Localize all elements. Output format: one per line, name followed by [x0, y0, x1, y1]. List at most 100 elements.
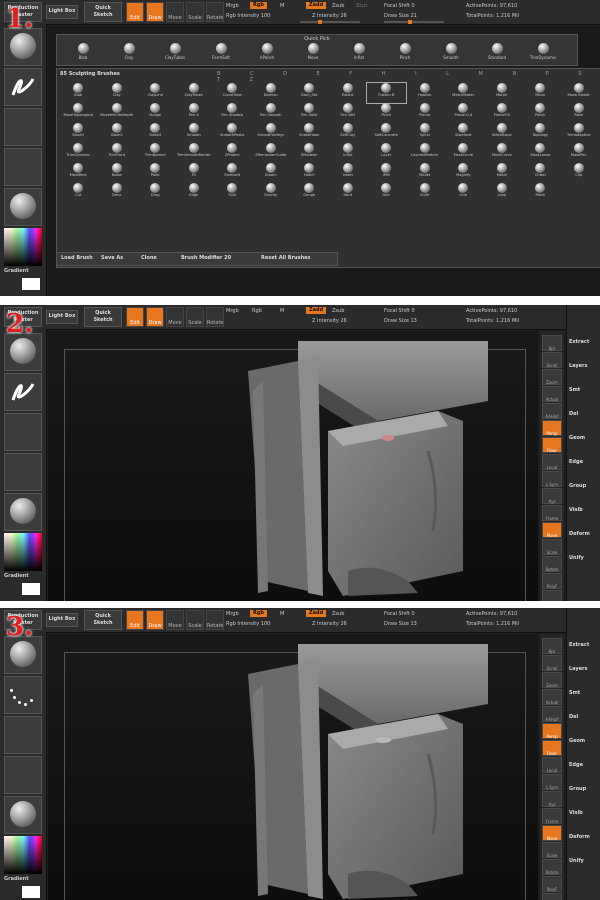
shelf-button[interactable]: Local [542, 454, 562, 470]
tool-palette-item[interactable]: Layers [569, 666, 588, 672]
tool-palette-item[interactable]: Unify [569, 555, 584, 561]
shelf-button[interactable]: Persp [542, 723, 562, 739]
zadd-toggle[interactable]: Zadd [306, 610, 327, 617]
move-tool[interactable]: Move [166, 610, 184, 630]
quick-pick-brush[interactable]: Clay [109, 43, 149, 60]
brush-tile[interactable]: MaskLasso [521, 143, 560, 163]
quick-pick-brush[interactable]: Move [293, 43, 333, 60]
scale-tool[interactable]: Scale [186, 307, 204, 327]
sculpt-model[interactable] [48, 331, 538, 601]
shelf-button[interactable]: Actual [542, 386, 562, 402]
z-intensity-slider[interactable]: Z Intensity 26 [312, 318, 347, 324]
brush-tile[interactable]: Hatch [290, 163, 329, 183]
brush-tile[interactable]: PlanarCut [444, 103, 483, 123]
shelf-button[interactable]: Zoom [542, 369, 562, 385]
m-toggle[interactable]: M [280, 611, 284, 617]
brush-tile[interactable]: TrimAdaptive [560, 123, 599, 143]
shelf-button[interactable]: Bpr [542, 335, 562, 351]
save-as-button[interactable]: Save As [101, 255, 123, 261]
zcut-toggle[interactable]: Zcut [356, 3, 367, 9]
scale-tool[interactable]: Scale [186, 2, 204, 22]
rotate-tool[interactable]: Rotate [206, 610, 224, 630]
shelf-button[interactable]: Xyz [542, 488, 562, 504]
zsub-toggle[interactable]: Zsub [332, 308, 344, 314]
tool-palette-item[interactable]: Unify [569, 858, 584, 864]
shelf-button[interactable]: PolyF [542, 573, 562, 589]
viewport[interactable] [48, 331, 538, 601]
brush-tile[interactable]: Planar [406, 103, 445, 123]
alpha-slot[interactable] [4, 108, 42, 146]
rgb-toggle[interactable]: Rgb [250, 610, 268, 617]
draw-tool[interactable]: Draw [146, 2, 164, 22]
rotate-tool[interactable]: Rotate [206, 307, 224, 327]
tool-palette-item[interactable]: Visib [569, 507, 583, 513]
quick-pick-brush[interactable]: Pinch [385, 43, 425, 60]
brush-tile[interactable]: Pinch [367, 103, 406, 123]
alpha-slot[interactable] [4, 716, 42, 754]
brush-tile[interactable]: TrimDynamic [59, 143, 98, 163]
tool-palette-item[interactable]: Smt [569, 690, 580, 696]
brush-tile[interactable]: ClayLine [136, 83, 175, 103]
main-color-swatch[interactable] [22, 583, 40, 595]
tool-palette-item[interactable]: Group [569, 786, 586, 792]
material-slot[interactable] [4, 493, 42, 531]
color-picker[interactable] [4, 533, 42, 571]
brush-tile[interactable]: Loop [483, 183, 522, 203]
shelf-button[interactable]: Frame [542, 505, 562, 521]
brush-tile[interactable]: Blob [59, 83, 98, 103]
sculpt-model[interactable] [48, 634, 538, 900]
zsub-toggle[interactable]: Zsub [332, 611, 344, 617]
brush-tile[interactable]: Clip [560, 163, 599, 183]
draw-tool[interactable]: Draw [146, 307, 164, 327]
zadd-toggle[interactable]: Zadd [306, 307, 327, 314]
brush-tile[interactable]: StitchBasic [483, 123, 522, 143]
brush-tile[interactable]: ZModeler [290, 143, 329, 163]
brush-tile[interactable]: PlanarFill [483, 103, 522, 123]
shelf-button[interactable]: Rotate [542, 556, 562, 572]
quick-pick-brush[interactable]: hPolish [247, 43, 287, 60]
lightbox-button[interactable]: Light Box [46, 5, 78, 19]
tool-palette-item[interactable]: Del [569, 411, 578, 417]
brush-tile[interactable]: Paint [136, 163, 175, 183]
brush-tile[interactable]: Hpolish [406, 83, 445, 103]
brush-tile[interactable]: Pen Solid [290, 103, 329, 123]
quick-pick-brush[interactable]: Standard [477, 43, 517, 60]
mrgb-toggle[interactable]: Mrgb [226, 3, 239, 9]
tool-palette-item[interactable]: Edge [569, 762, 583, 768]
brush-tile[interactable]: MatchMaker [444, 83, 483, 103]
tool-palette-item[interactable]: Extract [569, 339, 589, 345]
brush-tile[interactable]: SmoothValleys [252, 123, 291, 143]
brush-tile[interactable]: Cut [59, 183, 98, 203]
quick-pick-brush[interactable]: ClayTubes [155, 43, 195, 60]
rotate-tool[interactable]: Rotate [206, 2, 224, 22]
draw-size-slider[interactable]: Draw Size 13 [384, 621, 417, 627]
tool-palette-item[interactable]: Del [569, 714, 578, 720]
zadd-toggle[interactable]: Zadd [306, 2, 327, 9]
zsub-toggle[interactable]: Zsub [332, 3, 344, 9]
brush-tile[interactable]: Layer [367, 143, 406, 163]
brush-tile[interactable]: MaskCircle [444, 143, 483, 163]
stroke-slot[interactable] [4, 68, 42, 106]
brush-tile[interactable]: Gravity [252, 183, 291, 203]
brush-tile[interactable]: ZProject [213, 143, 252, 163]
brush-tile[interactable]: Metal [483, 163, 522, 183]
load-brush-button[interactable]: Load Brush [61, 255, 93, 261]
brush-tile[interactable]: CurveTube [213, 83, 252, 103]
shelf-button[interactable]: Floor [542, 740, 562, 756]
brush-tile[interactable]: Pen Wet [329, 103, 368, 123]
brush-tile[interactable]: SoftConcrete [367, 123, 406, 143]
stroke-slot[interactable] [4, 373, 42, 411]
scale-tool[interactable]: Scale [186, 610, 204, 630]
brush-tile[interactable]: Nudge [136, 103, 175, 123]
brush-modifier-slider[interactable]: Brush Modifier 20 [181, 255, 231, 261]
shelf-button[interactable]: Floor [542, 437, 562, 453]
shelf-button[interactable]: Move [542, 522, 562, 538]
shelf-button[interactable]: Transp [542, 590, 562, 601]
brush-tile[interactable]: Damian [252, 83, 291, 103]
draw-size-slider[interactable]: Draw Size 21 [384, 13, 417, 19]
shelf-button[interactable]: Persp [542, 420, 562, 436]
shelf-button[interactable]: AAHalf [542, 706, 562, 722]
quick-sketch-button[interactable]: Quick Sketch [84, 610, 122, 630]
shelf-button[interactable]: Scroll [542, 655, 562, 671]
color-picker[interactable] [4, 836, 42, 874]
